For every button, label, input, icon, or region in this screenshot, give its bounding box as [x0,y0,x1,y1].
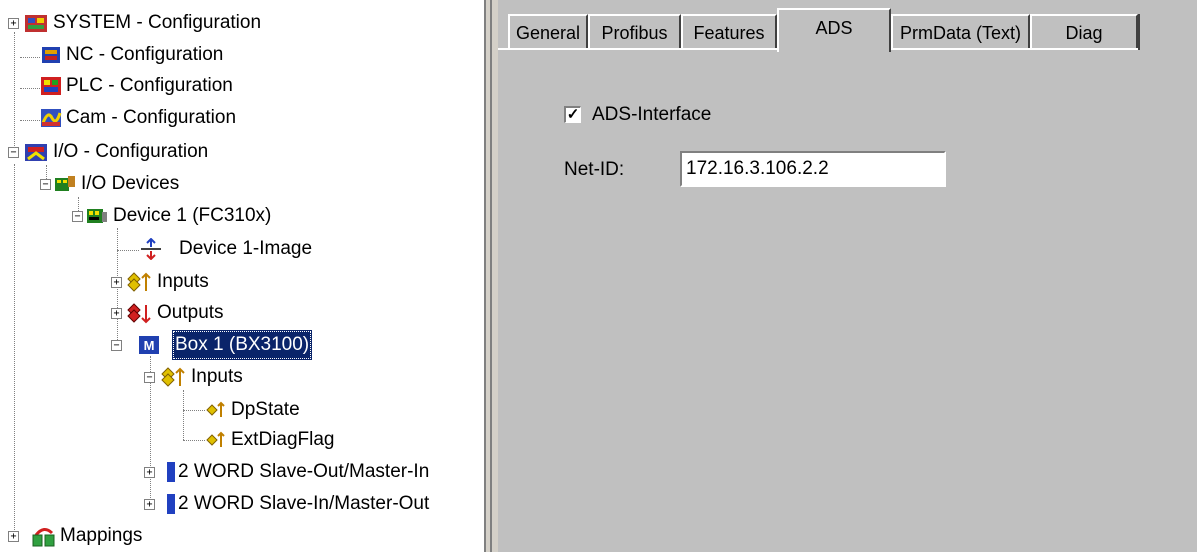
collapse-toggle[interactable]: − [111,340,122,351]
collapse-toggle[interactable]: − [8,147,19,158]
outputs-icon [127,303,151,324]
tree-line [117,250,139,251]
tree-line [183,440,205,441]
tab-strip: General Profibus Features ADS PrmData (T… [498,0,1197,58]
ads-interface-label: ADS-Interface [592,104,712,125]
tree-line [20,120,40,121]
tab-general[interactable]: General [508,14,588,48]
io-config-icon [25,144,47,161]
tree-line [183,410,205,411]
tree-node-label: Outputs [157,302,224,323]
input-variable-icon [206,431,225,447]
tree-view[interactable]: + SYSTEM - Configuration NC - Configurat… [0,0,484,552]
cam-config-icon [41,109,62,127]
tab-profibus[interactable]: Profibus [588,14,681,48]
expand-toggle[interactable]: + [111,277,122,288]
properties-panel: General Profibus Features ADS PrmData (T… [498,0,1197,552]
tree-node-label: SYSTEM - Configuration [53,12,262,33]
mappings-icon [32,528,55,547]
tree-node-label: 2 WORD Slave-In/Master-Out [178,493,430,514]
tab-features[interactable]: Features [681,14,777,48]
net-id-label: Net-ID: [564,159,625,180]
tree-node-label: Mappings [60,525,143,546]
tab-diag[interactable]: Diag [1030,14,1138,48]
tree-node-label: I/O Devices [81,173,180,194]
box-module-icon: M [139,336,159,354]
nc-config-icon [42,47,60,63]
tree-line [20,57,40,58]
tree-node-label: 2 WORD Slave-Out/Master-In [178,461,430,482]
tree-line [14,164,15,540]
io-devices-icon [55,176,75,191]
tree-line [20,88,40,89]
ads-interface-checkbox[interactable]: ✓ [564,106,581,123]
collapse-toggle[interactable]: − [40,179,51,190]
tree-node-label: Device 1 (FC310x) [113,205,272,226]
input-variable-icon [206,401,225,417]
tree-node-label: DpState [231,399,300,420]
tab-ads[interactable]: ADS [777,8,891,52]
expand-toggle[interactable]: + [144,499,155,510]
tree-node-label: PLC - Configuration [66,75,233,96]
tree-node-label: Inputs [191,366,243,387]
device-image-icon [141,238,161,260]
collapse-toggle[interactable]: − [144,372,155,383]
expand-toggle[interactable]: + [8,531,19,542]
tab-prmdata-text[interactable]: PrmData (Text) [891,14,1030,48]
net-id-field[interactable] [680,151,946,187]
expand-toggle[interactable]: + [144,467,155,478]
collapse-toggle[interactable]: − [72,211,83,222]
inputs-icon [127,272,151,292]
tree-node-label: ExtDiagFlag [231,429,335,450]
tab-divider [1138,14,1140,50]
tree-node-label: I/O - Configuration [53,141,209,162]
pane-splitter[interactable] [484,0,498,552]
tree-node-label: Box 1 (BX3100) [172,330,313,360]
tree-line [183,390,184,440]
svg-text:M: M [144,338,155,353]
inputs-icon [161,367,185,387]
tree-line [14,32,15,150]
expand-toggle[interactable]: + [8,18,19,29]
device-card-icon [87,209,107,223]
tree-node-label: NC - Configuration [66,44,224,65]
expand-toggle[interactable]: + [111,308,122,319]
tree-node-label: Inputs [157,271,209,292]
tree-node-label: Cam - Configuration [66,107,237,128]
tree-node-label: Device 1-Image [179,238,313,259]
system-config-icon [25,15,47,32]
plc-config-icon [41,77,61,95]
